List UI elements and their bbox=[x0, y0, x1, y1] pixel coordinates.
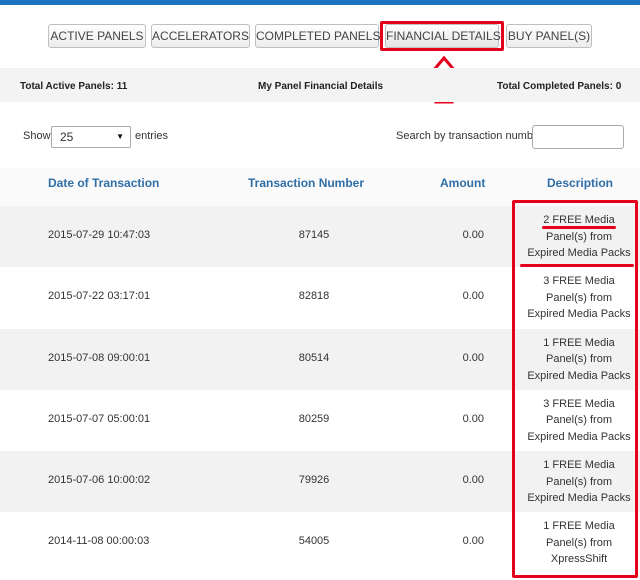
desc-line-2: Panel(s) from bbox=[545, 291, 613, 304]
annotation-tab-highlight bbox=[380, 21, 504, 51]
cell-description: 1 FREE Media Panel(s) from Expired Media… bbox=[520, 457, 638, 507]
desc-line-3: Expired Media Packs bbox=[527, 247, 631, 259]
desc-line-3: Expired Media Packs bbox=[527, 430, 631, 443]
summary-bar: Total Active Panels: 11 My Panel Financi… bbox=[0, 68, 640, 102]
top-accent-bar bbox=[0, 0, 640, 5]
desc-line-3: XpressShift bbox=[550, 553, 608, 566]
cell-amount: 0.00 bbox=[462, 229, 484, 241]
search-input[interactable] bbox=[532, 125, 624, 149]
desc-line-2: Panel(s) from bbox=[545, 475, 613, 488]
table-row: 2015-07-29 10:47:03 87145 0.00 2 FREE Me… bbox=[0, 206, 640, 268]
tab-active-panels[interactable]: ACTIVE PANELS bbox=[48, 24, 146, 48]
desc-line-3: Expired Media Packs bbox=[527, 492, 631, 505]
cell-number: 87145 bbox=[298, 229, 330, 241]
cell-date: 2015-07-22 03:17:01 bbox=[48, 290, 151, 303]
total-completed-panels: Total Completed Panels: 0 bbox=[497, 81, 622, 92]
desc-line-3: Expired Media Packs bbox=[527, 369, 631, 382]
cell-amount: 0.00 bbox=[462, 535, 484, 548]
cell-number: 80514 bbox=[298, 351, 330, 364]
desc-line-1: 3 FREE Media bbox=[543, 397, 615, 410]
entries-label: entries bbox=[135, 130, 169, 142]
desc-line-2: Panel(s) from bbox=[545, 536, 613, 549]
cell-date: 2015-07-06 10:00:02 bbox=[48, 474, 151, 487]
caret-down-icon: ▼ bbox=[116, 132, 124, 141]
annotation-underline bbox=[520, 264, 634, 267]
search-label: Search by transaction number: bbox=[396, 130, 546, 142]
desc-line-1: 1 FREE Media bbox=[543, 459, 615, 472]
table-row: 2015-07-08 09:00:01 80514 0.00 1 FREE Me… bbox=[0, 328, 640, 390]
cell-amount: 0.00 bbox=[462, 351, 484, 364]
tab-completed-panels[interactable]: COMPLETED PANELS bbox=[255, 24, 380, 48]
desc-line-1: 3 FREE Media bbox=[543, 275, 615, 288]
header-date[interactable]: Date of Transaction bbox=[48, 176, 159, 190]
header-description[interactable]: Description bbox=[547, 176, 613, 190]
cell-date: 2015-07-08 09:00:01 bbox=[48, 351, 151, 364]
total-active-panels: Total Active Panels: 11 bbox=[20, 81, 128, 92]
cell-description: 3 FREE Media Panel(s) from Expired Media… bbox=[520, 396, 638, 446]
header-amount[interactable]: Amount bbox=[440, 176, 485, 190]
annotation-underline bbox=[542, 226, 616, 229]
cell-amount: 0.00 bbox=[462, 412, 484, 425]
show-label: Show bbox=[23, 130, 51, 142]
desc-line-1: 1 FREE Media bbox=[543, 520, 615, 533]
table-row: 2015-07-07 05:00:01 80259 0.00 3 FREE Me… bbox=[0, 389, 640, 452]
table-controls: Show 25 ▼ entries Search by transaction … bbox=[0, 124, 640, 154]
desc-line-3: Expired Media Packs bbox=[527, 308, 631, 321]
cell-description: 1 FREE Media Panel(s) from Expired Media… bbox=[520, 335, 638, 385]
cell-date: 2014-11-08 00:00:03 bbox=[48, 535, 150, 548]
cell-date: 2015-07-07 05:00:01 bbox=[48, 412, 151, 425]
desc-line-2: Panel(s) from bbox=[545, 230, 613, 243]
desc-line-2: Panel(s) from bbox=[545, 414, 613, 427]
cell-number: 82818 bbox=[298, 290, 330, 303]
cell-description: 2 FREE Media Panel(s) from Expired Media… bbox=[520, 212, 638, 262]
tab-accelerators[interactable]: ACCELERATORS bbox=[151, 24, 250, 48]
table-row: 2014-11-08 00:00:03 54005 0.00 1 FREE Me… bbox=[0, 512, 640, 574]
cell-description: 3 FREE Media Panel(s) from Expired Media… bbox=[520, 273, 638, 323]
tab-buy-panels[interactable]: BUY PANEL(S) bbox=[506, 24, 592, 48]
cell-amount: 0.00 bbox=[462, 474, 484, 487]
cell-amount: 0.00 bbox=[462, 290, 484, 303]
cell-number: 80259 bbox=[298, 412, 330, 425]
desc-line-1: 1 FREE Media bbox=[543, 336, 615, 349]
table-row: 2015-07-06 10:00:02 79926 0.00 1 FREE Me… bbox=[0, 451, 640, 513]
desc-line-2: Panel(s) from bbox=[545, 353, 613, 366]
cell-number: 54005 bbox=[298, 535, 330, 548]
page-size-select[interactable]: 25 ▼ bbox=[51, 126, 131, 148]
table-row: 2015-07-22 03:17:01 82818 0.00 3 FREE Me… bbox=[0, 267, 640, 329]
header-number[interactable]: Transaction Number bbox=[248, 176, 364, 190]
cell-description: 1 FREE Media Panel(s) from XpressShift bbox=[520, 518, 638, 568]
cell-date: 2015-07-29 10:47:03 bbox=[48, 229, 151, 241]
table-header: Date of Transaction Transaction Number A… bbox=[0, 168, 640, 206]
page-size-value: 25 bbox=[60, 130, 74, 144]
tab-bar: ACTIVE PANELS ACCELERATORS COMPLETED PAN… bbox=[0, 24, 640, 50]
cell-number: 79926 bbox=[298, 474, 330, 487]
summary-title: My Panel Financial Details bbox=[258, 81, 384, 92]
